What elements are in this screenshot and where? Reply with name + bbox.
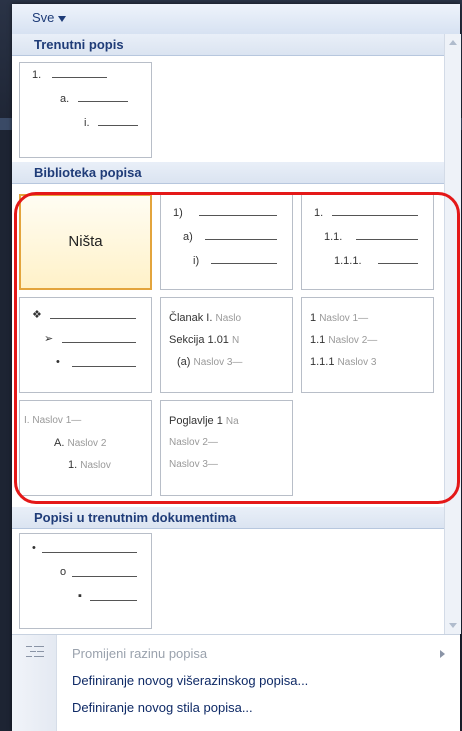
level3-marker: i) [193, 255, 200, 267]
level1-line [199, 215, 277, 216]
level2-marker: o [60, 566, 67, 578]
level1-text: I. Naslov 1— [24, 415, 82, 426]
level3-line [90, 600, 137, 601]
gallery-topbar: Sve [12, 4, 460, 35]
tile-roman-heading[interactable]: I. Naslov 1— A. Naslov 2 1. Naslov [19, 400, 152, 496]
menu-icon-column [12, 635, 57, 731]
filter-label: Sve [32, 10, 55, 25]
level2-line [72, 576, 137, 577]
level1-line [332, 215, 418, 216]
menu-change-list-level[interactable]: Promijeni razinu popisa [72, 646, 207, 661]
level3-marker: ▪ [78, 590, 82, 602]
level3-text: (a) Naslov 3— [177, 356, 243, 368]
tile-chapter-heading[interactable]: Poglavlje 1 Na Naslov 2— Naslov 3— [160, 400, 293, 496]
level1-text: Članak I. Naslo [169, 312, 242, 324]
level2-line [62, 342, 136, 343]
level2-text: Naslov 2— [169, 437, 218, 448]
level3-text: Naslov 3— [169, 459, 218, 470]
indent-list-icon [26, 646, 44, 657]
level3-text: 1. Naslov [68, 459, 111, 471]
level1-text: Poglavlje 1 Na [169, 415, 239, 427]
current-list-tile[interactable]: 1. a. i. [19, 62, 152, 158]
level3-line [378, 263, 418, 264]
submenu-arrow-icon [440, 650, 445, 658]
section-list-library: Biblioteka popisa [12, 162, 448, 184]
menu-define-multilevel-list[interactable]: Definiranje novog višerazinskog popisa..… [72, 673, 308, 688]
level3-text: 1.1.1 Naslov 3 [310, 356, 377, 368]
level2-text: Sekcija 1.01 N [169, 334, 240, 346]
level3-line [98, 125, 138, 126]
level1-marker: • [32, 542, 36, 554]
menu-divider [12, 634, 460, 635]
tile-article-section[interactable]: Članak I. Naslo Sekcija 1.01 N (a) Naslo… [160, 297, 293, 393]
level1-line [42, 552, 137, 553]
level2-text: 1.1 Naslov 2— [310, 334, 378, 346]
chevron-down-icon [58, 15, 67, 22]
menu-define-list-style[interactable]: Definiranje novog stila popisa... [72, 700, 253, 715]
tile-numbered-paren[interactable]: 1) a) i) [160, 194, 293, 290]
tile-heading-numbered[interactable]: 1 Naslov 1— 1.1 Naslov 2— 1.1.1 Naslov 3 [301, 297, 434, 393]
filter-dropdown[interactable]: Sve [32, 10, 67, 25]
level2-marker: a) [183, 231, 193, 243]
level1-line [50, 318, 136, 319]
section-current-list: Trenutni popis [12, 34, 448, 56]
document-list-tile[interactable]: • o ▪ [19, 533, 152, 629]
scroll-up-icon[interactable] [449, 40, 457, 45]
level2-line [205, 239, 277, 240]
tile-bullets[interactable]: ❖ ➢ • [19, 297, 152, 393]
tile-none-label: Ništa [68, 233, 103, 250]
tile-none[interactable]: Ništa [19, 194, 152, 290]
tile-decimal[interactable]: 1. 1.1. 1.1.1. [301, 194, 434, 290]
section-document-lists: Popisi u trenutnim dokumentima [12, 507, 448, 529]
level3-marker: • [56, 356, 60, 368]
level3-marker: i. [84, 117, 90, 129]
level1-marker: 1. [32, 69, 42, 81]
level2-line [78, 101, 128, 102]
level3-marker: 1.1.1. [334, 255, 362, 267]
level2-marker: 1.1. [324, 231, 343, 243]
level1-line [52, 77, 107, 78]
level3-line [211, 263, 277, 264]
level1-marker: 1) [173, 207, 183, 219]
level2-marker: a. [60, 93, 70, 105]
gallery-scrollbar[interactable] [444, 34, 461, 634]
list-gallery-dropdown: Sve Trenutni popis 1. a. i. Biblioteka p… [12, 4, 461, 731]
scroll-down-icon[interactable] [449, 623, 457, 628]
level2-text: A. Naslov 2 [54, 437, 107, 449]
level2-line [356, 239, 418, 240]
level1-marker: 1. [314, 207, 324, 219]
level3-line [72, 366, 136, 367]
level2-marker: ➢ [44, 333, 54, 345]
level1-marker: ❖ [32, 309, 42, 321]
level1-text: 1 Naslov 1— [310, 312, 369, 324]
